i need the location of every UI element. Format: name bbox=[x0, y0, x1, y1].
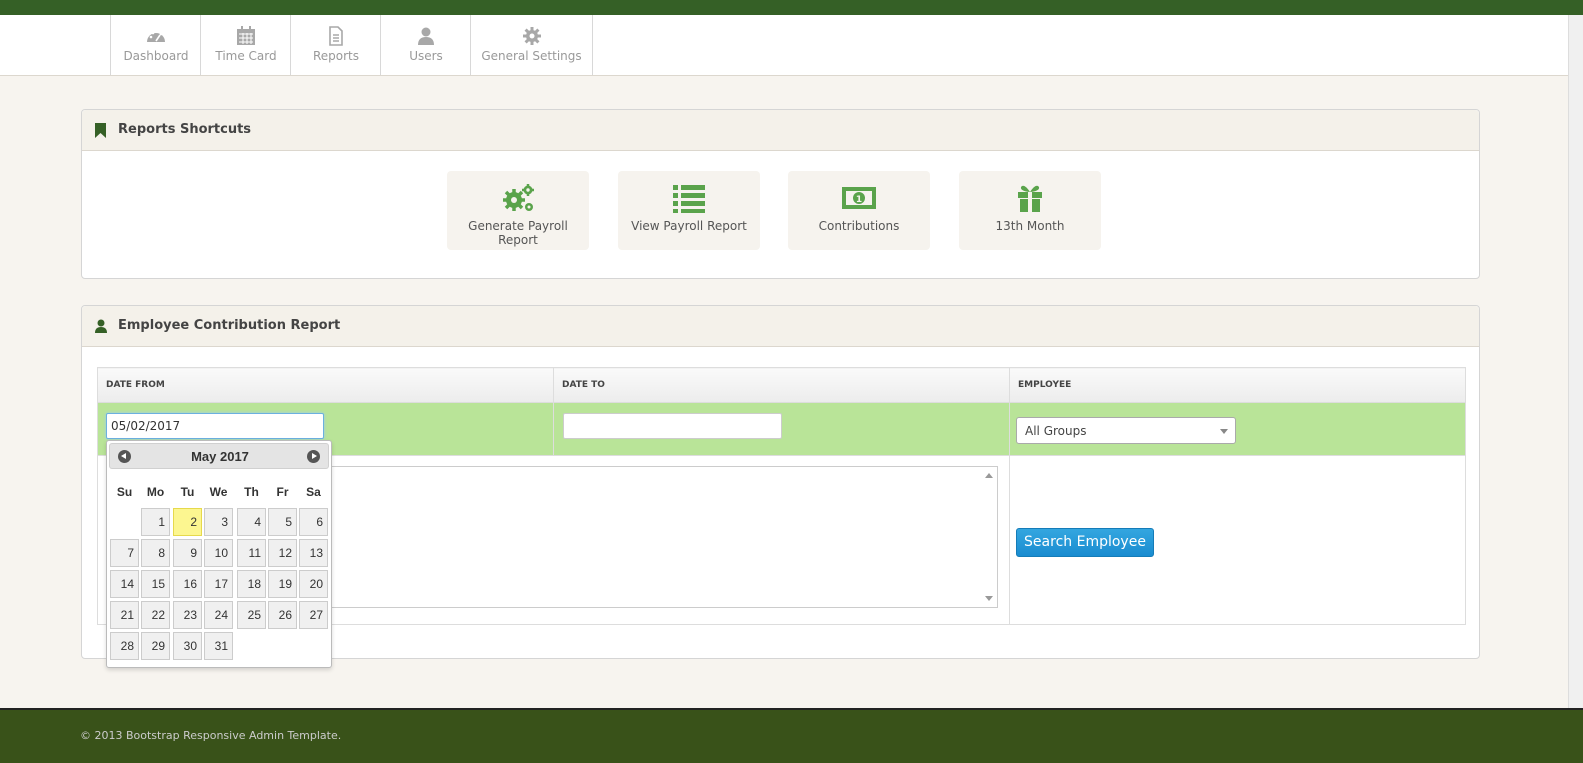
widget-header: Reports Shortcuts bbox=[82, 110, 1479, 151]
footer: © 2013 Bootstrap Responsive Admin Templa… bbox=[0, 708, 1583, 763]
datepicker-day[interactable]: 10 bbox=[204, 539, 233, 567]
datepicker-day[interactable]: 22 bbox=[141, 601, 170, 629]
search-employee-button[interactable]: Search Employee bbox=[1016, 528, 1154, 557]
list-icon bbox=[673, 185, 705, 213]
employee-select-value: All Groups bbox=[1025, 424, 1087, 438]
nav-label: Reports bbox=[312, 49, 360, 63]
money-icon: 1 bbox=[842, 187, 876, 209]
shortcut-label: View Payroll Report bbox=[631, 219, 747, 233]
shortcut-view-payroll-report[interactable]: View Payroll Report bbox=[618, 171, 760, 250]
nav-label: Dashboard bbox=[123, 49, 189, 63]
datepicker-day[interactable]: 11 bbox=[237, 539, 266, 567]
user-icon bbox=[418, 27, 434, 45]
nav-reports[interactable]: Reports bbox=[290, 15, 381, 75]
bookmark-icon bbox=[95, 123, 106, 138]
datepicker-day[interactable]: 30 bbox=[173, 632, 202, 660]
datepicker-day[interactable]: 4 bbox=[237, 508, 266, 536]
nav-label: Time Card bbox=[215, 49, 277, 63]
datepicker-day[interactable]: 29 bbox=[141, 632, 170, 660]
gear-icon bbox=[522, 27, 541, 45]
datepicker-day[interactable]: 6 bbox=[299, 508, 328, 536]
dashboard-icon bbox=[147, 30, 165, 42]
datepicker-day[interactable]: 23 bbox=[173, 601, 202, 629]
datepicker-day[interactable]: 28 bbox=[110, 632, 139, 660]
datepicker-day[interactable]: 13 bbox=[299, 539, 328, 567]
nav-label: General Settings bbox=[481, 49, 582, 63]
datepicker-day[interactable]: 24 bbox=[204, 601, 233, 629]
nav-label: Users bbox=[409, 49, 443, 63]
datepicker-title: May 2017 bbox=[191, 449, 249, 464]
nav-users[interactable]: Users bbox=[380, 15, 471, 75]
main-nav: Dashboard Time Card Reports Users Genera… bbox=[0, 15, 1568, 76]
column-header-date-to: DATE TO bbox=[553, 367, 1010, 403]
widget-title: Reports Shortcuts bbox=[118, 122, 252, 137]
page-scrollbar[interactable] bbox=[1568, 15, 1583, 708]
datepicker-day[interactable]: 15 bbox=[141, 570, 170, 598]
datepicker-day[interactable]: 26 bbox=[268, 601, 297, 629]
weekday-label: Mo bbox=[146, 485, 165, 499]
scroll-up-icon[interactable] bbox=[985, 473, 993, 478]
datepicker-header: May 2017 bbox=[109, 443, 329, 469]
datepicker-day[interactable]: 12 bbox=[268, 539, 297, 567]
textarea-scrollbar[interactable] bbox=[981, 467, 997, 607]
nav-time-card[interactable]: Time Card bbox=[200, 15, 291, 75]
widget-title: Employee Contribution Report bbox=[118, 318, 341, 333]
datepicker-day[interactable]: 16 bbox=[173, 570, 202, 598]
shortcut-label: 13th Month bbox=[995, 219, 1065, 233]
datepicker-day[interactable]: 17 bbox=[204, 570, 233, 598]
datepicker-day[interactable]: 18 bbox=[237, 570, 266, 598]
weekday-label: Su bbox=[116, 485, 133, 499]
datepicker-day[interactable]: 9 bbox=[173, 539, 202, 567]
date-to-input[interactable] bbox=[563, 413, 782, 439]
user-icon bbox=[95, 319, 107, 333]
widget-header: Employee Contribution Report bbox=[82, 306, 1479, 347]
datepicker-day[interactable]: 21 bbox=[110, 601, 139, 629]
column-header-date-from: DATE FROM bbox=[97, 367, 554, 403]
datepicker-day[interactable]: 20 bbox=[299, 570, 328, 598]
datepicker-day[interactable]: 31 bbox=[204, 632, 233, 660]
datepicker-day[interactable]: 14 bbox=[110, 570, 139, 598]
datepicker-day[interactable]: 8 bbox=[141, 539, 170, 567]
shortcut-label: Contributions bbox=[818, 219, 900, 233]
nav-general-settings[interactable]: General Settings bbox=[470, 15, 593, 75]
weekday-label: Sa bbox=[306, 485, 321, 499]
shortcut-label: Generate Payroll Report bbox=[468, 219, 568, 247]
document-icon bbox=[329, 26, 343, 46]
gears-icon bbox=[503, 184, 534, 211]
date-from-input[interactable]: 05/02/2017 bbox=[106, 413, 324, 439]
footer-text: © 2013 Bootstrap Responsive Admin Templa… bbox=[80, 729, 342, 742]
top-bar bbox=[0, 0, 1583, 15]
datepicker-day[interactable]: 7 bbox=[110, 539, 139, 567]
weekday-label: Th bbox=[244, 485, 259, 499]
datepicker-day[interactable]: 1 bbox=[141, 508, 170, 536]
datepicker-day[interactable]: 25 bbox=[237, 601, 266, 629]
column-header-employee: EMPLOYEE bbox=[1009, 367, 1466, 403]
weekday-label: Tu bbox=[180, 485, 195, 499]
datepicker-day[interactable]: 27 bbox=[299, 601, 328, 629]
shortcut-contributions[interactable]: 1 Contributions bbox=[788, 171, 930, 250]
datepicker-popup: May 2017 Su Mo Tu We Th Fr Sa 1 2 3 4 5 6 7 8 9 10 11 12 13… bbox=[106, 440, 332, 668]
calendar-icon bbox=[237, 26, 255, 45]
weekday-label: We bbox=[209, 485, 228, 499]
next-month-icon[interactable] bbox=[307, 450, 320, 463]
shortcut-generate-payroll-report[interactable]: Generate Payroll Report bbox=[447, 171, 589, 250]
weekday-label: Fr bbox=[276, 485, 289, 499]
datepicker-day-selected[interactable]: 2 bbox=[173, 508, 202, 536]
datepicker-day[interactable]: 3 bbox=[204, 508, 233, 536]
shortcut-13th-month[interactable]: 13th Month bbox=[959, 171, 1101, 250]
reports-shortcuts-widget: Reports Shortcuts Generate Payroll Repor… bbox=[81, 109, 1480, 279]
svg-text:1: 1 bbox=[856, 195, 862, 205]
chevron-down-icon bbox=[1220, 429, 1228, 434]
nav-dashboard[interactable]: Dashboard bbox=[110, 15, 201, 75]
scroll-down-icon[interactable] bbox=[985, 596, 993, 601]
datepicker-day[interactable]: 19 bbox=[268, 570, 297, 598]
datepicker-day[interactable]: 5 bbox=[268, 508, 297, 536]
employee-select[interactable]: All Groups bbox=[1016, 417, 1236, 444]
gift-icon bbox=[1018, 185, 1042, 212]
employee-list-textarea[interactable] bbox=[324, 466, 998, 608]
